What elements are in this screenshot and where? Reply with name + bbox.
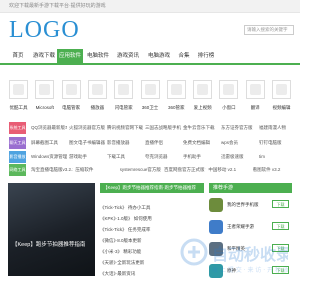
news-item[interactable]: 《天骄》·全新玩法更新 xyxy=(100,260,144,266)
nav-item[interactable]: 游戏下载 xyxy=(33,49,55,63)
category-link[interactable]: 钉钉电脑版 xyxy=(259,140,295,146)
category-row: 影音播放 Windows资源管理器游戏助手下载工具夸克浏览器手机助手迅雷极速版ti… xyxy=(9,151,292,163)
category-link[interactable]: 游戏助手 xyxy=(69,154,105,160)
category-link[interactable]: 中国移动 v2.1 xyxy=(208,167,250,173)
category-row: 系统工具 QQ浏览器最新版本下载火狐浏览器官方版腾讯视频官网下载三国志战略版手机版… xyxy=(9,122,292,134)
app-icon-image xyxy=(65,84,77,95)
recommended-item[interactable]: 王者荣耀手游 下载 xyxy=(209,220,292,238)
banner-pager[interactable] xyxy=(68,267,92,276)
watermark-title: 自动秒收录 xyxy=(212,245,288,264)
category-badge[interactable]: 网络工具 xyxy=(9,164,26,176)
nav-item[interactable]: 电脑游戏 xyxy=(146,49,172,63)
search-input[interactable]: 请输入搜索的关键字 xyxy=(244,25,294,35)
category-link[interactable]: 夸克浏览器 xyxy=(145,154,181,160)
download-button[interactable]: 下载 xyxy=(272,200,289,208)
nav-item[interactable]: 合集 xyxy=(176,49,192,63)
site-logo[interactable]: LOGO xyxy=(9,17,80,44)
news-item[interactable]: 《KPK》·1.0版》 如何使用 xyxy=(100,216,152,222)
app-icon-image xyxy=(197,84,209,95)
category-link[interactable]: 免费文档编辑 xyxy=(183,140,219,146)
nav-item[interactable]: 游戏资讯 xyxy=(115,49,141,63)
news-header[interactable]: 【Keep】跑步节拍器推荐指南·跑步节拍器推荐 xyxy=(100,183,204,193)
category-link[interactable]: 影音播放器 xyxy=(107,140,143,146)
software-icon-grid: 优酷工具 Microsoft 电脑管家 播放器 闪电管家 360卫士 360管家 爱上视频 小窗… xyxy=(9,68,292,118)
category-badge[interactable]: 聊天工具 xyxy=(9,137,26,149)
main-nav: 首页 游戏下载 应用软件 电脑软件 游戏资讯 电脑游戏 合集 排行榜 xyxy=(0,49,300,65)
category-link[interactable]: 屏幕截图工具 xyxy=(31,140,67,146)
app-icon[interactable] xyxy=(87,80,107,99)
category-link[interactable]: wps会员 xyxy=(221,140,257,146)
featured-banner[interactable]: 【Keep】跑步节拍器推荐指南 xyxy=(8,183,95,276)
watermark-logo: 自动秒收录 收 上 提 交 · 来 访 · 开 秒 收 录 xyxy=(180,238,288,274)
category-row: 聊天工具 屏幕截图工具 图文电子书编辑器 影音播放器 直播伴侣 免费文档编辑 wps会员 钉钉… xyxy=(9,137,292,149)
category-badge[interactable]: 影音播放 xyxy=(9,151,26,163)
app-icon[interactable] xyxy=(140,80,160,99)
app-icon[interactable] xyxy=(166,80,186,99)
app-icon-image xyxy=(144,84,156,95)
recommended-item[interactable]: 我的世界手机版 下载 xyxy=(209,198,292,216)
download-button[interactable]: 下载 xyxy=(272,222,289,230)
top-bar-text: 欢迎下载最新手游下载平台·提供好玩的游戏 xyxy=(9,3,106,9)
category-link[interactable]: 淘宝直播电脑版v3.2.1 xyxy=(31,167,73,173)
category-badge[interactable]: 系统工具 xyxy=(9,122,26,134)
category-link[interactable]: 直播伴侣 xyxy=(145,140,181,146)
game-icon[interactable] xyxy=(209,220,223,234)
game-name[interactable]: 我的世界手机版 xyxy=(227,202,259,208)
recommended-header: 推荐手游 xyxy=(209,183,292,193)
category-link[interactable]: 百度网盘官方正式版 v7.3.4 xyxy=(164,167,206,173)
category-link[interactable]: 手机助手 xyxy=(183,154,219,160)
news-item[interactable]: 《大话》·最新资讯 xyxy=(100,271,135,277)
app-icon-image xyxy=(118,84,130,95)
category-row: 网络工具淘宝直播电脑版v3.2.1压缩软件systemrescue官方版 v1.… xyxy=(9,164,292,176)
category-link[interactable]: systemrescue官方版 v1.3.6 xyxy=(120,167,162,173)
app-icon-image xyxy=(39,84,51,95)
app-icon[interactable] xyxy=(61,80,81,99)
app-icon[interactable] xyxy=(193,80,213,99)
banner-caption[interactable]: 【Keep】跑步节拍器推荐指南 xyxy=(12,240,85,248)
app-icon-image xyxy=(170,84,182,95)
app-icon-label[interactable]: 视频编辑 xyxy=(267,105,297,111)
category-link[interactable]: 看图软件 v3.2 xyxy=(253,167,295,173)
app-icon-image xyxy=(249,84,261,95)
news-item[interactable]: 《小米·3》 精彩功能 xyxy=(100,249,141,255)
app-icon[interactable] xyxy=(114,80,134,99)
nav-item[interactable]: 应用软件 xyxy=(57,49,83,63)
category-link[interactable]: QQ浏览器最新版本下载 xyxy=(31,125,67,131)
category-link[interactable]: tim xyxy=(259,154,295,159)
category-link[interactable]: 下载工具 xyxy=(107,154,143,160)
top-bar: 欢迎下载最新手游下载平台·提供好玩的游戏 xyxy=(0,0,300,13)
category-link[interactable]: Windows资源管理器 xyxy=(31,154,67,160)
category-link[interactable]: 金牛云音乐下载 xyxy=(183,125,219,131)
app-icon-image xyxy=(13,84,24,95)
category-link[interactable]: 图文电子书编辑器 xyxy=(69,140,105,146)
category-link[interactable]: 东方证券官方版 xyxy=(221,125,257,131)
category-link[interactable]: 三国志战略版手机版下载 xyxy=(145,125,181,131)
app-icon-image xyxy=(223,84,235,95)
nav-item[interactable]: 排行榜 xyxy=(197,49,215,63)
news-item[interactable]: 《Tick-Tick》 待办小工具 xyxy=(100,205,150,211)
nav-item[interactable]: 首页 xyxy=(9,49,27,63)
nav-item[interactable]: 电脑软件 xyxy=(85,49,111,63)
category-link[interactable]: 火狐浏览器官方版 xyxy=(69,125,105,131)
game-name[interactable]: 王者荣耀手游 xyxy=(227,224,254,230)
app-icon-image xyxy=(276,84,287,95)
app-icon-image xyxy=(91,84,103,95)
app-icon[interactable] xyxy=(9,80,28,99)
app-icon[interactable] xyxy=(35,80,55,99)
category-link[interactable]: 迅雷极速版 xyxy=(221,154,257,160)
app-icon[interactable] xyxy=(245,80,265,99)
watermark-subtitle: 收 上 提 交 · 来 访 · 开 秒 收 录 xyxy=(212,266,288,274)
category-link[interactable]: 压缩软件 xyxy=(75,167,117,173)
game-icon[interactable] xyxy=(209,198,223,212)
app-icon[interactable] xyxy=(219,80,239,99)
app-icon[interactable] xyxy=(272,80,291,99)
news-item[interactable]: 《微信》·8.0版本更新 xyxy=(100,238,142,244)
news-item[interactable]: 《Tick-Tick》 任务完成率 xyxy=(100,227,150,233)
banner-image xyxy=(8,183,95,276)
category-link[interactable]: 腾讯视频官网下载 xyxy=(107,125,143,131)
category-link[interactable]: 福建雨漫人物 xyxy=(259,125,295,131)
